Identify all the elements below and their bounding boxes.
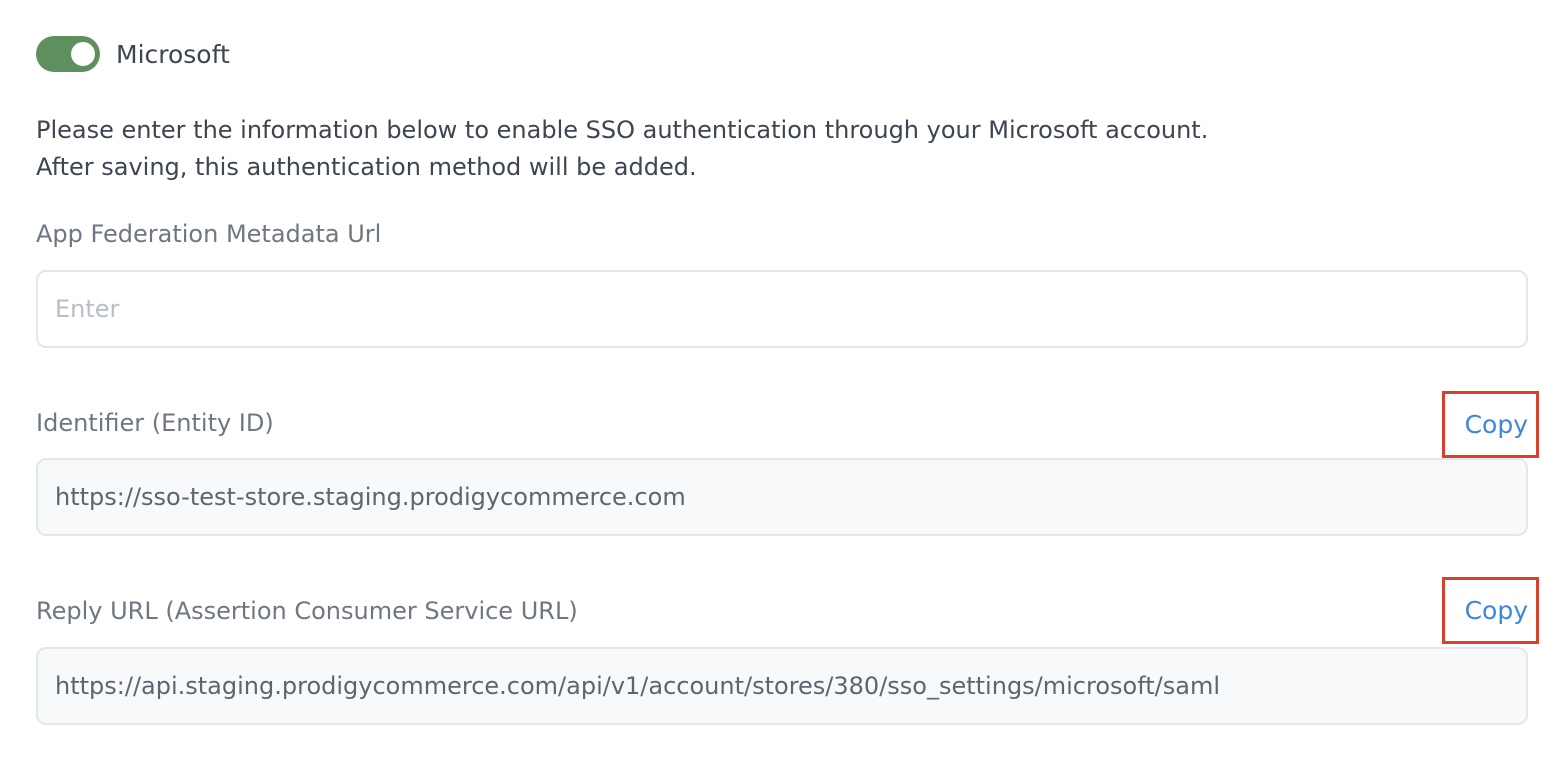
identifier-field[interactable]: https://sso-test-store.staging.prodigyco… — [36, 458, 1528, 536]
metadata-url-label: App Federation Metadata Url — [36, 220, 382, 248]
microsoft-toggle[interactable] — [36, 36, 100, 72]
copy-reply-url-button[interactable]: Copy — [1442, 577, 1539, 644]
toggle-label: Microsoft — [116, 39, 230, 69]
metadata-url-field-box — [36, 270, 1528, 348]
identifier-label: Identifier (Entity ID) — [36, 409, 274, 437]
toggle-knob — [71, 42, 95, 66]
reply-url-label: Reply URL (Assertion Consumer Service UR… — [36, 597, 578, 625]
description-line-2: After saving, this authentication method… — [36, 153, 697, 181]
description-line-1: Please enter the information below to en… — [36, 116, 1209, 144]
sso-settings-page: Microsoft Please enter the information b… — [0, 0, 1560, 774]
microsoft-toggle-row: Microsoft — [36, 36, 230, 72]
sso-description: Please enter the information below to en… — [36, 112, 1208, 186]
reply-url-value: https://api.staging.prodigycommerce.com/… — [55, 672, 1220, 700]
metadata-url-input[interactable] — [55, 295, 1526, 323]
reply-url-field[interactable]: https://api.staging.prodigycommerce.com/… — [36, 647, 1528, 725]
identifier-value: https://sso-test-store.staging.prodigyco… — [55, 483, 686, 511]
copy-identifier-button[interactable]: Copy — [1442, 391, 1539, 458]
